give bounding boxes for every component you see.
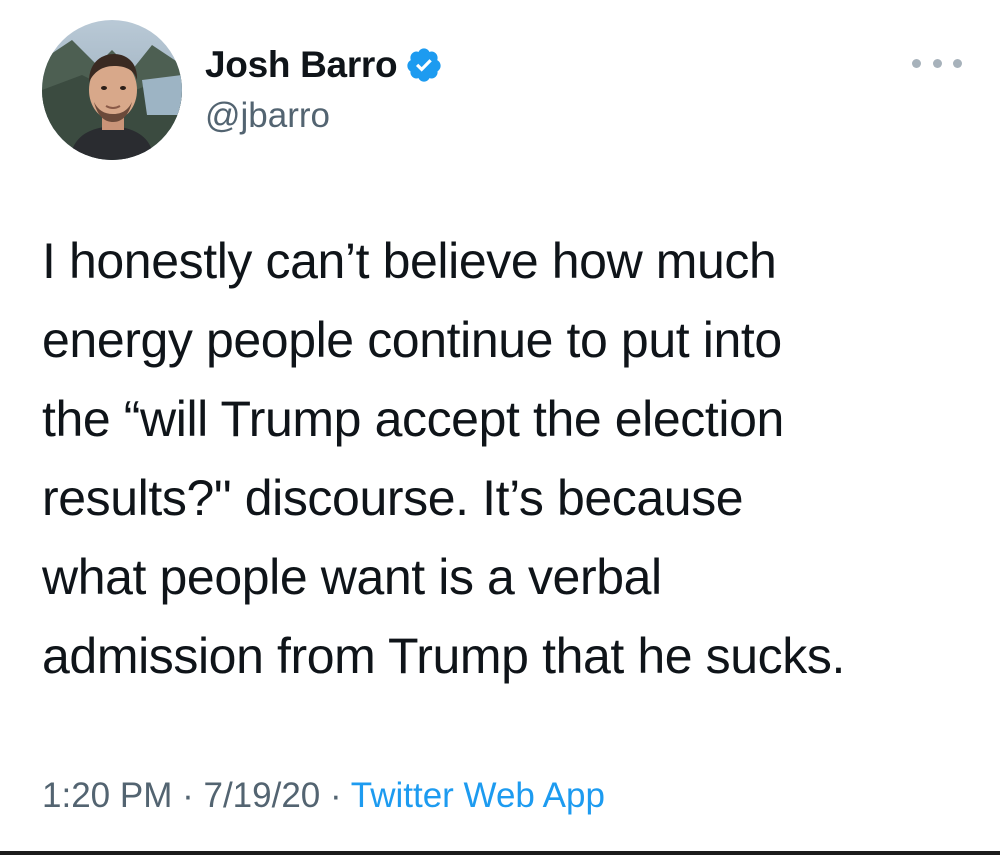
user-handle[interactable]: @jbarro [205,96,443,136]
avatar-photo [42,20,182,160]
tweet-card: Josh Barro @jbarro I honestly can’t beli… [0,0,1000,855]
bottom-divider [0,851,1000,855]
tweet-time[interactable]: 1:20 PM [42,776,172,815]
tweet-text-line: the “will Trump accept the election [42,391,784,447]
tweet-text-line: results?" discourse. It’s because [42,470,744,526]
name-row: Josh Barro [205,40,443,90]
meta-separator: · [182,776,204,815]
display-name[interactable]: Josh Barro [205,44,398,86]
tweet-meta: 1:20 PM · 7/19/20 · Twitter Web App [42,776,605,816]
more-dot [912,58,921,68]
tweet-text-line: energy people continue to put into [42,312,782,368]
avatar[interactable] [42,20,182,160]
tweet-text-line: I honestly can’t believe how much [42,233,777,289]
more-dot [932,58,942,68]
tweet-text: I honestly can’t believe how much energy… [42,222,962,696]
more-dot [953,58,962,68]
verified-badge-icon [405,46,443,84]
user-info: Josh Barro @jbarro [205,40,443,136]
tweet-text-line: admission from Trump that he sucks. [42,628,845,684]
more-horizontal-icon[interactable] [912,52,962,74]
tweet-source-link[interactable]: Twitter Web App [351,776,605,815]
tweet-date[interactable]: 7/19/20 [203,776,320,815]
tweet-text-line: what people want is a verbal [42,549,662,605]
meta-separator: · [330,776,351,815]
